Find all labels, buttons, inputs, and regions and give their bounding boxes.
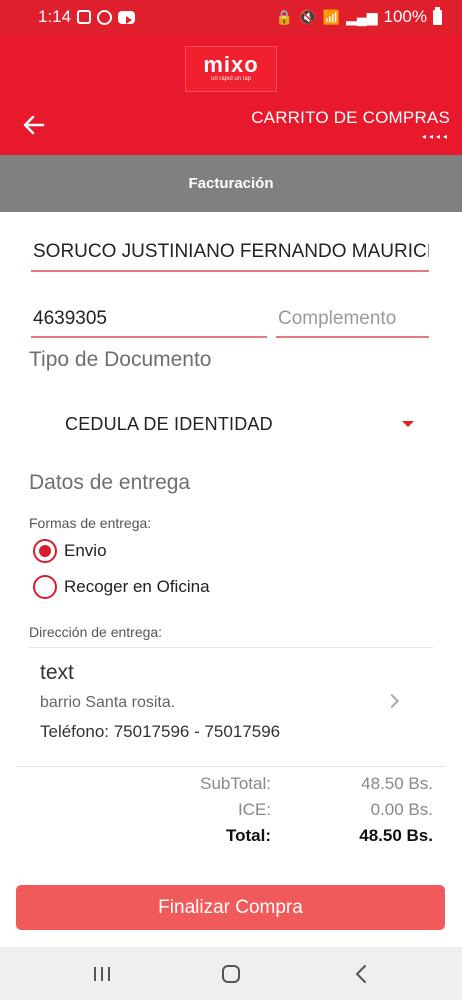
arrow-left-icon: [23, 115, 45, 135]
back-button[interactable]: [16, 108, 52, 142]
lock-icon: 🔒: [275, 8, 294, 25]
status-left: 1:14: [38, 7, 136, 27]
ice-label: ICE:: [237, 800, 271, 819]
mute-icon: 🔇: [299, 8, 317, 25]
formas-entrega-label: Formas de entrega:: [29, 515, 152, 531]
signal-icon: ▂▄▆: [346, 8, 378, 25]
logo-tagline: un rapid un tap: [210, 76, 252, 82]
name-input[interactable]: [31, 238, 429, 272]
dropdown-caret-icon: [402, 421, 414, 427]
address-card[interactable]: text barrio Santa rosita. Teléfono: 7501…: [29, 652, 433, 760]
ice-value: 0.00 Bs.: [370, 800, 433, 819]
total-value: 48.50 Bs.: [359, 826, 433, 845]
mixo-logo: mixo un rapid un tap: [185, 46, 277, 92]
battery-percent: 100%: [383, 7, 427, 26]
page-title: CARRITO DE COMPRAS: [251, 108, 450, 127]
wifi-icon: 📶: [322, 8, 341, 25]
direccion-entrega-label: Dirección de entrega:: [29, 624, 163, 640]
address-phone: Teléfono: 75017596 - 75017596: [40, 722, 281, 741]
tipo-documento-label: Tipo de Documento: [29, 348, 212, 371]
radio-checked-icon: [33, 539, 57, 563]
app-header: mixo un rapid un tap CARRITO DE COMPRAS …: [0, 34, 462, 155]
subtotal-label: SubTotal:: [200, 774, 271, 793]
divider: [29, 647, 433, 648]
battery-icon: [433, 6, 442, 25]
subtotal-value: 48.50 Bs.: [361, 774, 433, 793]
back-icon: [355, 965, 366, 983]
datos-entrega-title: Datos de entrega: [29, 471, 191, 494]
status-right: 🔒 🔇 📶 ▂▄▆ 100%: [275, 6, 442, 27]
finalizar-compra-button[interactable]: Finalizar Compra: [16, 885, 445, 930]
recents-button[interactable]: [82, 959, 122, 989]
logo-word: mixo: [203, 52, 259, 77]
divider: [16, 766, 446, 767]
youtube-icon: [118, 10, 136, 24]
home-button[interactable]: [211, 959, 251, 989]
section-title: Facturación: [188, 175, 274, 192]
ci-input[interactable]: [31, 306, 267, 338]
system-nav-bar: [0, 947, 462, 1000]
tipo-documento-value: CEDULA DE IDENTIDAD: [65, 413, 273, 434]
home-icon: [222, 965, 240, 983]
complemento-input[interactable]: [276, 306, 429, 338]
nav-back-button[interactable]: [341, 959, 381, 989]
section-title-bar: Facturación: [0, 155, 462, 212]
address-line: barrio Santa rosita.: [40, 694, 176, 711]
address-title: text: [40, 661, 74, 684]
b-badge-icon: [97, 9, 113, 25]
total-label: Total:: [225, 826, 271, 845]
gallery-icon: [77, 10, 92, 24]
header-dots: ◂◂◂◂: [421, 132, 450, 141]
radio-unchecked-icon: [33, 575, 57, 599]
chevron-right-icon: [384, 693, 400, 709]
tipo-documento-select[interactable]: CEDULA DE IDENTIDAD: [30, 402, 430, 446]
status-bar: 1:14 🔒 🔇 📶 ▂▄▆ 100%: [0, 0, 462, 34]
radio-envio-label: Envio: [64, 541, 107, 560]
radio-recoger-label: Recoger en Oficina: [64, 577, 210, 596]
radio-envio[interactable]: Envio: [33, 539, 107, 563]
status-time: 1:14: [38, 7, 72, 26]
radio-recoger-oficina[interactable]: Recoger en Oficina: [33, 575, 210, 599]
recents-icon: [94, 967, 110, 981]
